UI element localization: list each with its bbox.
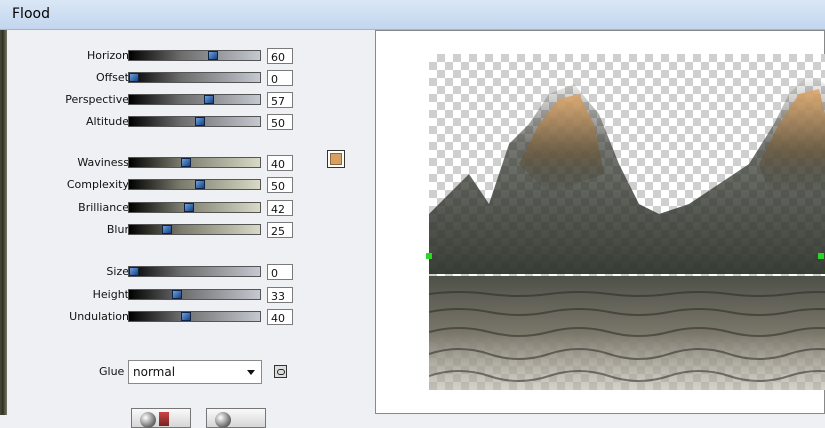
slider-value-field[interactable]: 50 bbox=[267, 177, 293, 193]
slider-label: Size bbox=[106, 265, 129, 278]
slider-complexity: Complexity 50 bbox=[7, 177, 307, 193]
slider-track[interactable] bbox=[128, 311, 261, 322]
slider-thumb[interactable] bbox=[181, 158, 192, 167]
glue-dropdown[interactable]: normal bbox=[128, 360, 262, 384]
slider-track[interactable] bbox=[128, 116, 261, 127]
reset-icon bbox=[140, 412, 156, 428]
slider-track[interactable] bbox=[128, 157, 261, 168]
slider-value-field[interactable]: 33 bbox=[267, 287, 293, 303]
slider-label: Undulation bbox=[69, 310, 129, 323]
title-bar: Flood bbox=[0, 0, 825, 30]
slider-thumb[interactable] bbox=[129, 73, 139, 82]
preview-area[interactable] bbox=[375, 30, 825, 414]
slider-perspective: Perspective 57 bbox=[7, 92, 307, 108]
preview-image bbox=[429, 74, 825, 390]
slider-thumb[interactable] bbox=[129, 267, 139, 276]
slider-value-field[interactable]: 40 bbox=[267, 309, 293, 325]
slider-horizon: Horizon 60 bbox=[7, 48, 307, 64]
slider-label: Complexity bbox=[66, 178, 129, 191]
preview-button[interactable] bbox=[206, 408, 266, 428]
slider-waviness: Waviness 40 bbox=[7, 155, 307, 171]
slider-label: Offset bbox=[95, 71, 129, 84]
preview-canvas bbox=[429, 54, 825, 390]
slider-label: Brilliance bbox=[78, 201, 129, 214]
slider-blur: Blur 25 bbox=[7, 222, 307, 238]
reset-button[interactable] bbox=[131, 408, 191, 428]
slider-value-field[interactable]: 42 bbox=[267, 200, 293, 216]
slider-track[interactable] bbox=[128, 179, 261, 190]
slider-value-field[interactable]: 0 bbox=[267, 70, 293, 86]
settings-panel: Horizon 60 Offset 0 Perspective 57 Altit… bbox=[7, 30, 372, 428]
slider-thumb[interactable] bbox=[184, 203, 195, 212]
slider-undulation: Undulation 40 bbox=[7, 309, 307, 325]
slider-thumb[interactable] bbox=[172, 290, 183, 299]
slider-value-field[interactable]: 50 bbox=[267, 114, 293, 130]
slider-track[interactable] bbox=[128, 224, 261, 235]
slider-altitude: Altitude 50 bbox=[7, 114, 307, 130]
slider-track[interactable] bbox=[128, 289, 261, 300]
glue-selected-value: normal bbox=[133, 365, 176, 379]
background-strip bbox=[0, 30, 7, 415]
slider-label: Blur bbox=[106, 223, 129, 236]
slider-size: Size 0 bbox=[7, 264, 307, 280]
slider-thumb[interactable] bbox=[207, 51, 218, 60]
window-title: Flood bbox=[12, 6, 50, 22]
slider-value-field[interactable]: 25 bbox=[267, 222, 293, 238]
slider-track[interactable] bbox=[128, 94, 261, 105]
link-icon[interactable] bbox=[274, 365, 287, 378]
slider-track[interactable] bbox=[128, 266, 261, 277]
slider-value-field[interactable]: 40 bbox=[267, 155, 293, 171]
slider-thumb[interactable] bbox=[161, 225, 172, 234]
slider-label: Waviness bbox=[77, 156, 129, 169]
slider-track[interactable] bbox=[128, 50, 261, 61]
horizon-marker-left[interactable] bbox=[426, 253, 432, 259]
chevron-down-icon bbox=[247, 370, 255, 375]
color-swatch[interactable] bbox=[327, 150, 345, 168]
slider-thumb[interactable] bbox=[181, 312, 192, 321]
preview-icon bbox=[215, 412, 231, 428]
slider-label: Perspective bbox=[65, 93, 129, 106]
slider-track[interactable] bbox=[128, 72, 261, 83]
slider-track[interactable] bbox=[128, 202, 261, 213]
horizon-marker-right[interactable] bbox=[818, 253, 824, 259]
slider-thumb[interactable] bbox=[203, 95, 214, 104]
slider-value-field[interactable]: 60 bbox=[267, 48, 293, 64]
slider-thumb[interactable] bbox=[194, 180, 205, 189]
glue-label: Glue bbox=[99, 365, 125, 378]
slider-value-field[interactable]: 57 bbox=[267, 92, 293, 108]
slider-label: Height bbox=[92, 288, 129, 301]
slider-label: Altitude bbox=[86, 115, 129, 128]
slider-height: Height 33 bbox=[7, 287, 307, 303]
slider-offset: Offset 0 bbox=[7, 70, 307, 86]
flag-icon bbox=[159, 412, 169, 426]
slider-thumb[interactable] bbox=[194, 117, 205, 126]
slider-brilliance: Brilliance 42 bbox=[7, 200, 307, 216]
slider-label: Horizon bbox=[86, 49, 129, 62]
slider-value-field[interactable]: 0 bbox=[267, 264, 293, 280]
color-swatch-fill bbox=[330, 153, 342, 165]
